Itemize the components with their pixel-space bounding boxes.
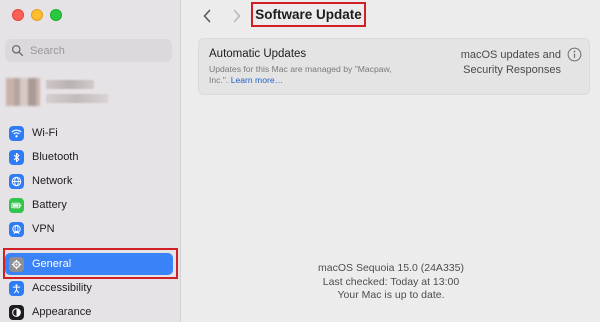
sidebar-item-accessibility[interactable]: Accessibility [5,277,173,299]
sidebar-item-label: Appearance [32,306,92,318]
page-title-highlight: Software Update [251,2,366,27]
search-field[interactable] [5,39,172,62]
info-icon [567,47,582,62]
sidebar-item-label: Battery [32,199,67,211]
sidebar-item-label: General [32,258,72,270]
os-version-text: macOS Sequoia 15.0 (24A335) [318,262,464,274]
globe-icon [9,173,24,189]
automatic-updates-value-line1: macOS updates and [460,49,561,61]
main-content: Software Update Automatic Updates Update… [182,0,600,322]
last-checked-text: Last checked: Today at 13:00 [322,275,460,288]
learn-more-link[interactable]: Learn more… [231,75,284,85]
sidebar-item-label: VPN [32,223,55,235]
wifi-icon [9,125,24,141]
sidebar-item-bluetooth[interactable]: Bluetooth [5,146,173,168]
appearance-icon [9,304,24,320]
sidebar-item-label: Accessibility [32,282,92,294]
sidebar-item-general[interactable]: General [5,253,173,275]
forward-button[interactable] [228,7,246,25]
automatic-updates-value: macOS updates and Security Responses [451,48,561,78]
avatar [6,78,40,106]
toolbar: Software Update [182,0,600,32]
search-input[interactable] [30,44,160,57]
automatic-updates-value-line2: Security Responses [463,64,561,76]
close-window-button[interactable] [12,9,24,21]
sidebar-item-wifi[interactable]: Wi-Fi [5,122,173,144]
sidebar-item-label: Wi-Fi [32,127,58,139]
chevron-right-icon [233,9,241,23]
info-button[interactable] [567,47,582,62]
vpn-icon [9,221,24,237]
sidebar-item-battery[interactable]: Battery [5,194,173,216]
automatic-updates-description: Updates for this Mac are managed by "Mac… [209,64,405,86]
gear-icon [9,256,24,272]
automatic-updates-title: Automatic Updates [209,48,307,60]
sidebar-item-appearance[interactable]: Appearance [5,301,173,322]
window-controls [12,9,62,21]
up-to-date-text: Your Mac is up to date. [337,289,445,301]
account-name-redacted [46,80,94,89]
sidebar-item-network[interactable]: Network [5,170,173,192]
sidebar-item-label: Bluetooth [32,151,79,163]
update-status: macOS Sequoia 15.0 (24A335) Last checked… [182,262,600,303]
account-subtitle-redacted [46,94,108,103]
bluetooth-icon [9,149,24,165]
back-button[interactable] [198,7,216,25]
search-icon [11,44,24,57]
minimize-window-button[interactable] [31,9,43,21]
accessibility-icon [9,280,24,296]
sidebar-item-label: Network [32,175,73,187]
chevron-left-icon [203,9,211,23]
page-title: Software Update [255,7,362,22]
automatic-updates-row: Automatic Updates Updates for this Mac a… [198,38,590,95]
sidebar-item-vpn[interactable]: VPN [5,218,173,240]
sidebar: Wi-Fi Bluetooth Network Battery VPN [0,0,181,322]
maximize-window-button[interactable] [50,9,62,21]
battery-icon [9,197,24,213]
